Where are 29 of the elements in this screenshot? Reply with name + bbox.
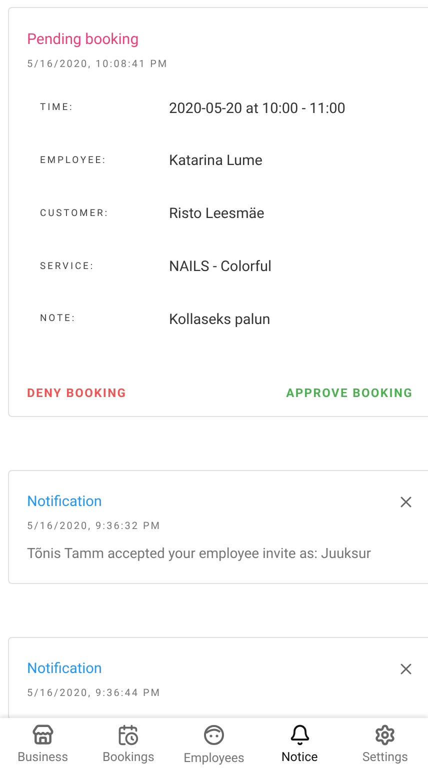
notification-message: Tõnis Tamm accepted your employee invite as: Juuksur [27,545,372,564]
face-icon [202,722,226,747]
deny-button[interactable]: DENY BOOKING [27,384,127,402]
bell-icon [288,724,311,746]
store-icon [32,724,54,746]
field-label: CUSTOMER: [40,206,110,221]
field-value: Kollaseks palun [169,310,270,330]
calendar-clock-icon [117,724,140,746]
field-label: SERVICE: [40,260,96,274]
approve-button[interactable]: APPROVE BOOKING [286,384,413,402]
field-label: NOTE: [40,312,78,326]
timestamp: 5/16/2020, 9:36:44 PM [27,686,162,701]
field-label: EMPLOYEE: [40,154,108,168]
field-value: Risto Leesmäe [169,204,264,224]
nav-tab[interactable]: Bookings [86,718,172,773]
nav-tab[interactable]: Notice [256,718,342,773]
card-title: Notification [27,659,102,679]
nav-tab[interactable]: Settings [342,718,428,773]
settings-icon [374,724,396,746]
field-label: TIME: [40,101,75,116]
card-title: Pending booking [27,29,140,50]
timestamp: 5/16/2020, 9:36:32 PM [27,520,162,534]
field-value: Katarina Lume [169,151,262,172]
nav-tab[interactable]: Employees [171,718,257,773]
field-value: 2020-05-20 at 10:00 - 11:00 [169,98,346,118]
card-title: Notification [27,492,102,512]
timestamp: 5/16/2020, 10:08:41 PM [27,58,170,72]
field-value: NAILS - Colorful [169,256,272,277]
nav-tab[interactable]: Business [0,718,86,773]
